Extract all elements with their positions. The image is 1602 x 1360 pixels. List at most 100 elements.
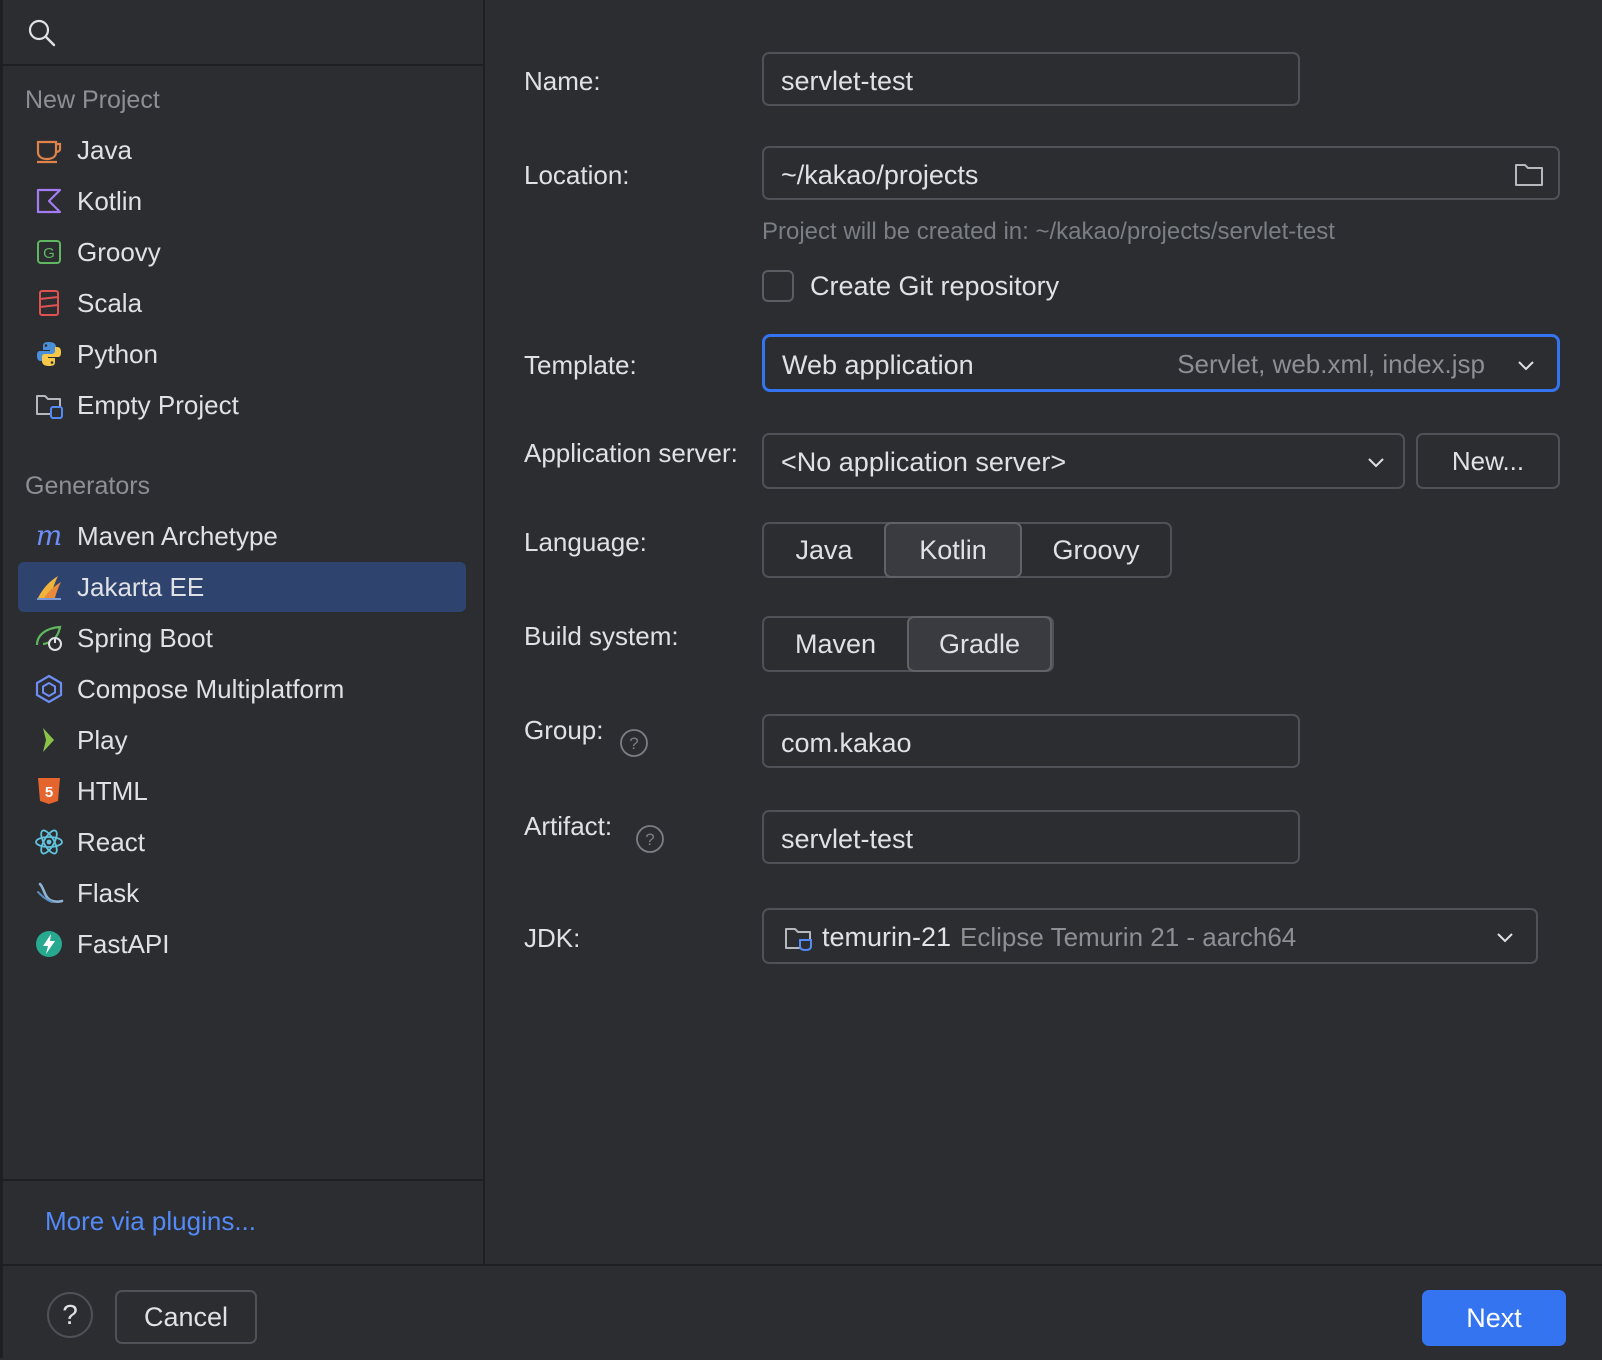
language-option-kotlin[interactable]: Kotlin xyxy=(884,522,1022,578)
python-icon xyxy=(37,342,61,366)
sidebar-item-label: Empty Project xyxy=(77,390,239,420)
react-icon xyxy=(35,829,63,855)
sidebar-item-label: HTML xyxy=(77,776,148,806)
sidebar-item-scala[interactable]: Scala xyxy=(18,278,466,328)
sidebar-divider xyxy=(3,1179,483,1181)
sidebar-item-label: Maven Archetype xyxy=(77,521,278,551)
html5-icon: 5 xyxy=(38,778,60,804)
name-field[interactable]: servlet-test xyxy=(762,52,1300,106)
group-field[interactable]: com.kakao xyxy=(762,714,1300,768)
svg-text:m: m xyxy=(36,521,63,551)
chevron-down-icon xyxy=(1368,458,1384,468)
application-server-dropdown[interactable]: <No application server> xyxy=(762,433,1405,489)
sidebar-item-empty-project[interactable]: Empty Project xyxy=(18,380,466,430)
location-hint: Project will be created in: ~/kakao/proj… xyxy=(762,218,1335,245)
folder-icon[interactable] xyxy=(1514,160,1544,188)
next-button[interactable]: Next xyxy=(1422,1290,1566,1346)
project-type-sidebar: New Project Java Kotlin G Groovy Scala P… xyxy=(3,0,485,1264)
java-cup-icon xyxy=(36,140,62,164)
svg-text:?: ? xyxy=(645,830,654,849)
compose-icon xyxy=(35,674,63,704)
application-server-value: <No application server> xyxy=(781,447,1067,477)
name-value: servlet-test xyxy=(781,66,914,96)
project-settings-form: Name: servlet-test Location: ~/kakao/pro… xyxy=(485,0,1602,1264)
jdk-label: JDK: xyxy=(524,923,581,953)
svg-text:G: G xyxy=(43,245,55,262)
sidebar-item-label: FastAPI xyxy=(77,929,170,959)
sidebar-item-label: Jakarta EE xyxy=(77,572,205,602)
template-detail: Servlet, web.xml, index.jsp xyxy=(1177,349,1485,379)
template-dropdown[interactable]: Web application Servlet, web.xml, index.… xyxy=(762,334,1560,392)
chevron-down-icon xyxy=(1497,933,1513,943)
build-system-selector: Maven Gradle xyxy=(762,616,1054,672)
svg-text:?: ? xyxy=(629,734,638,753)
sidebar-item-flask[interactable]: Flask xyxy=(18,868,466,918)
group-help-icon[interactable]: ? xyxy=(619,728,649,758)
sidebar-item-react[interactable]: React xyxy=(18,817,466,867)
sidebar-item-label: React xyxy=(77,827,145,857)
artifact-help-icon[interactable]: ? xyxy=(635,824,665,854)
sidebar-item-play[interactable]: Play xyxy=(18,715,466,765)
new-project-section-label: New Project xyxy=(25,86,160,114)
sidebar-item-maven-archetype[interactable]: m Maven Archetype xyxy=(18,511,466,561)
name-label: Name: xyxy=(524,66,601,96)
sidebar-item-label: Groovy xyxy=(77,237,161,267)
sidebar-item-fastapi[interactable]: FastAPI xyxy=(18,919,466,969)
location-field[interactable]: ~/kakao/projects xyxy=(762,146,1560,200)
fastapi-icon xyxy=(36,931,62,957)
sidebar-item-label: Compose Multiplatform xyxy=(77,674,345,704)
sidebar-item-kotlin[interactable]: Kotlin xyxy=(18,176,466,226)
build-option-maven[interactable]: Maven xyxy=(764,618,907,670)
language-option-groovy[interactable]: Groovy xyxy=(1022,524,1170,576)
jdk-folder-icon xyxy=(785,928,812,952)
create-git-label[interactable]: Create Git repository xyxy=(810,271,1059,302)
sidebar-item-spring-boot[interactable]: Spring Boot xyxy=(18,613,466,663)
jdk-value: temurin-21 xyxy=(822,922,952,952)
location-label: Location: xyxy=(524,160,630,190)
sidebar-item-jakarta-ee[interactable]: Jakarta EE xyxy=(18,562,466,612)
cancel-button[interactable]: Cancel xyxy=(115,1290,257,1344)
svg-text:5: 5 xyxy=(45,784,53,801)
application-server-label: Application server: xyxy=(524,438,738,468)
groovy-icon: G xyxy=(37,240,61,264)
search-icon[interactable] xyxy=(27,18,57,48)
language-label: Language: xyxy=(524,527,647,557)
sidebar-item-label: Play xyxy=(77,725,128,755)
sidebar-item-java[interactable]: Java xyxy=(18,125,466,175)
jdk-detail: Eclipse Temurin 21 - aarch64 xyxy=(960,922,1297,952)
language-option-java[interactable]: Java xyxy=(764,524,884,576)
sidebar-item-html[interactable]: 5 HTML xyxy=(18,766,466,816)
build-option-gradle[interactable]: Gradle xyxy=(907,616,1052,672)
new-project-dialog: New Project Java Kotlin G Groovy Scala P… xyxy=(0,0,1602,1360)
location-value: ~/kakao/projects xyxy=(781,160,979,190)
scala-icon xyxy=(39,290,59,316)
jakarta-icon xyxy=(37,576,61,600)
empty-project-icon xyxy=(36,395,63,419)
jdk-dropdown[interactable]: temurin-21 Eclipse Temurin 21 - aarch64 xyxy=(762,908,1538,964)
play-icon xyxy=(43,728,54,752)
kotlin-icon xyxy=(36,188,62,214)
sidebar-item-label: Flask xyxy=(77,878,140,908)
build-system-label: Build system: xyxy=(524,621,679,651)
new-application-server-button[interactable]: New... xyxy=(1416,433,1560,489)
chevron-down-icon xyxy=(1518,361,1534,371)
sidebar-item-label: Java xyxy=(77,135,132,165)
maven-icon: m xyxy=(36,521,63,551)
dialog-footer: ? Cancel Next xyxy=(3,1264,1602,1360)
sidebar-item-label: Python xyxy=(77,339,158,369)
sidebar-item-label: Spring Boot xyxy=(77,623,213,653)
more-via-plugins-link[interactable]: More via plugins... xyxy=(45,1206,256,1237)
generators-section-label: Generators xyxy=(25,472,151,500)
sidebar-item-python[interactable]: Python xyxy=(18,329,466,379)
create-git-checkbox[interactable] xyxy=(762,270,794,302)
sidebar-item-compose-multiplatform[interactable]: Compose Multiplatform xyxy=(18,664,466,714)
sidebar-item-groovy[interactable]: G Groovy xyxy=(18,227,466,277)
template-value: Web application xyxy=(782,350,974,380)
artifact-value: servlet-test xyxy=(781,824,914,854)
language-selector: Java Kotlin Groovy xyxy=(762,522,1172,578)
artifact-field[interactable]: servlet-test xyxy=(762,810,1300,864)
sidebar-search[interactable] xyxy=(3,0,483,66)
flask-icon xyxy=(37,882,64,903)
help-button[interactable]: ? xyxy=(47,1292,93,1338)
template-label: Template: xyxy=(524,350,637,380)
